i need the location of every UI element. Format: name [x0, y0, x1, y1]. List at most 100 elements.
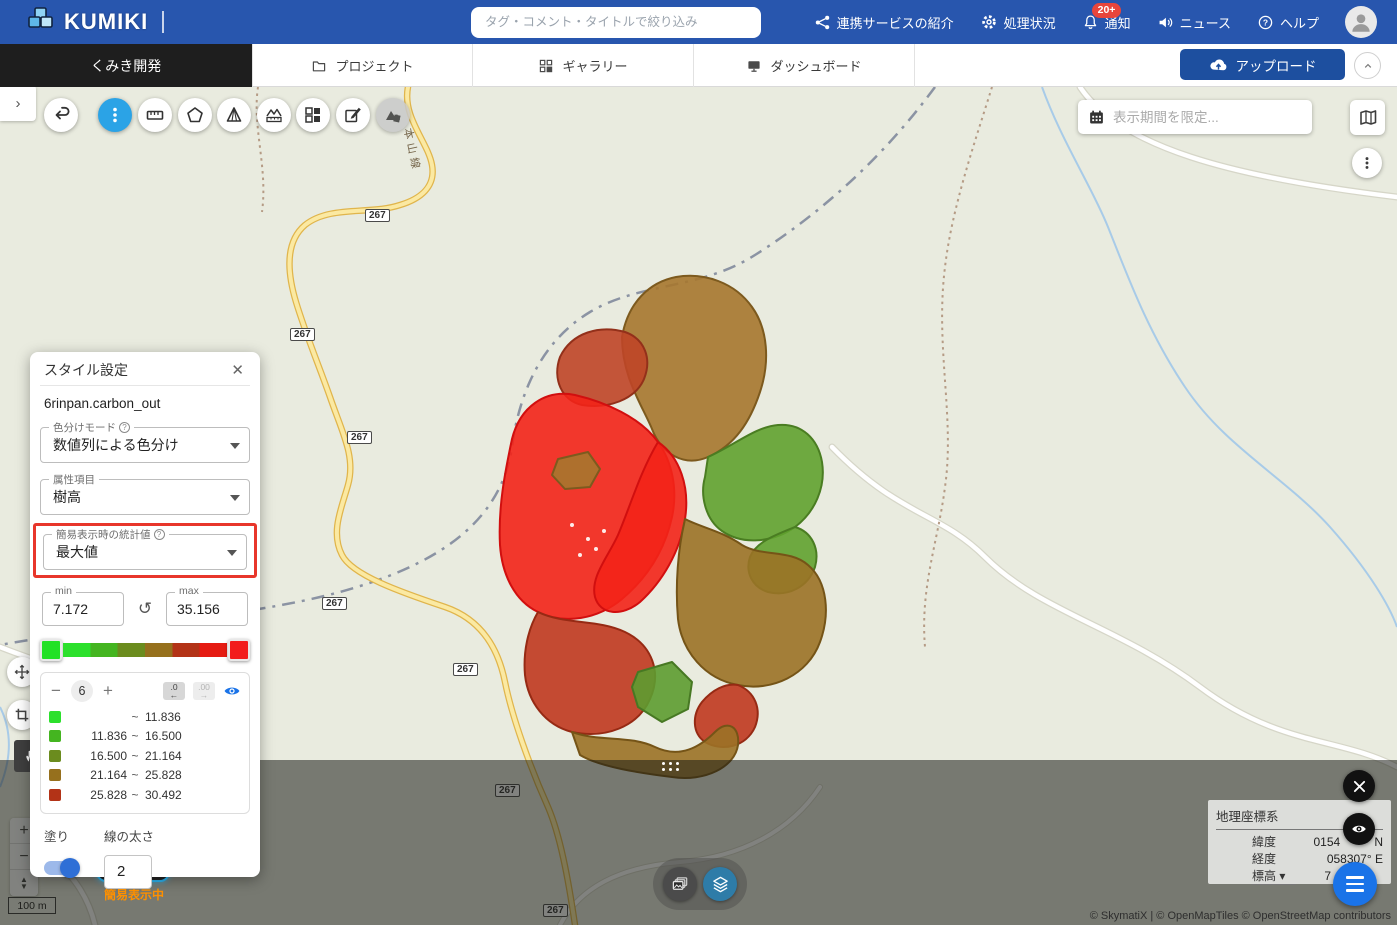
longitude-unit: ° E [1367, 852, 1383, 866]
undo-button[interactable] [44, 98, 78, 132]
share-icon [814, 14, 831, 31]
reset-range-button[interactable]: ↺ [138, 599, 152, 619]
elevation-label[interactable]: 標高 ▾ [1252, 867, 1296, 885]
visibility-button[interactable] [1343, 813, 1375, 845]
tab-dashboard[interactable]: ダッシュボード [694, 44, 915, 87]
workspace-tab[interactable]: くみき開発 [0, 44, 252, 87]
user-icon [1348, 9, 1374, 35]
legend-row[interactable]: 25.828 ~ 30.492 [49, 785, 241, 805]
report-tool-button[interactable] [296, 98, 330, 132]
overlay-drag-handle[interactable] [662, 762, 680, 771]
fill-toggle[interactable] [44, 861, 78, 875]
panel-close-button[interactable]: ✕ [227, 359, 248, 381]
monitor-icon [746, 58, 762, 74]
menu-label: ニュース [1180, 13, 1231, 32]
sidebar-expand-button[interactable]: › [0, 85, 36, 121]
max-field[interactable]: max 35.156 [166, 592, 248, 626]
terrain-icon [383, 105, 403, 125]
terrain-tool-button-disabled [376, 98, 410, 132]
legend-row[interactable]: 16.500 ~ 21.164 [49, 746, 241, 766]
menu-fab-button[interactable] [1333, 862, 1377, 906]
menu-item-help[interactable]: ? ヘルプ [1257, 13, 1319, 32]
tab-label: ダッシュボード [770, 56, 861, 75]
statistic-select[interactable]: 簡易表示時の統計値? 最大値 [43, 534, 247, 570]
range-to: 21.164 [143, 749, 201, 763]
tool-menu-button[interactable] [98, 98, 132, 132]
nav-tabs: プロジェクト ギャラリー ダッシュボード [252, 44, 915, 86]
menu-label: ヘルプ [1280, 13, 1319, 32]
longitude-label: 経度 [1252, 850, 1296, 867]
tab-projects[interactable]: プロジェクト [252, 44, 473, 87]
decrease-classes-button[interactable]: − [49, 684, 63, 698]
menu-item-news[interactable]: ニュース [1157, 13, 1231, 32]
legend-row[interactable]: ~ 11.836 [49, 707, 241, 727]
tab-label: ギャラリー [562, 56, 627, 75]
legend-color-chip[interactable] [49, 711, 61, 723]
brand[interactable]: KUMIKI [0, 6, 471, 39]
menu-item-notifications[interactable]: 通知 20+ [1082, 13, 1131, 32]
color-gradient-bar[interactable] [63, 643, 227, 657]
topbar: KUMIKI 連携サービスの紹介 処理状況 [0, 0, 1397, 44]
range-to: 30.492 [143, 788, 201, 802]
edit-pencil-icon [343, 105, 363, 125]
legend-row[interactable]: 11.836 ~ 16.500 [49, 727, 241, 747]
range-to: 16.500 [143, 729, 201, 743]
edit-tool-button[interactable] [336, 98, 370, 132]
date-filter-input[interactable] [1113, 110, 1283, 125]
menu-label: 連携サービスの紹介 [837, 13, 954, 32]
map-options-button[interactable] [1352, 148, 1382, 178]
decimal-decrease-button[interactable]: .0← [163, 682, 185, 700]
attribute-select[interactable]: 属性項目 樹高 [40, 479, 250, 515]
help-icon[interactable]: ? [119, 422, 130, 433]
mountain-ruler-icon [264, 105, 284, 125]
gradient-handle-max[interactable] [228, 639, 250, 661]
help-icon[interactable]: ? [154, 529, 165, 540]
app-root: KUMIKI 連携サービスの紹介 処理状況 [0, 0, 1397, 925]
line-width-input[interactable] [104, 855, 152, 889]
layers-button[interactable] [703, 867, 737, 901]
close-overlay-button[interactable] [1343, 770, 1375, 802]
fill-label: 塗り [44, 826, 78, 845]
range-to: 11.836 [143, 710, 201, 724]
chevron-down-icon [227, 550, 237, 556]
max-value: 35.156 [177, 601, 220, 617]
min-field[interactable]: min 7.172 [42, 592, 124, 626]
statistic-value: 最大値 [56, 542, 98, 562]
legend-row[interactable]: 21.164 ~ 25.828 [49, 766, 241, 786]
color-mode-select[interactable]: 色分けモード? 数値列による色分け [40, 427, 250, 463]
kumiki-logo-icon [26, 6, 56, 39]
collapse-header-button[interactable] [1354, 52, 1381, 79]
polygon-tool-button[interactable] [178, 98, 212, 132]
gradient-handle-min[interactable] [40, 639, 62, 661]
search-input[interactable] [471, 7, 761, 38]
legend-color-chip[interactable] [49, 789, 61, 801]
menu-item-services[interactable]: 連携サービスの紹介 [814, 13, 954, 32]
legend-color-chip[interactable] [49, 730, 61, 742]
decimal-increase-button[interactable]: .00→ [193, 682, 215, 700]
menu-item-processing[interactable]: 処理状況 [980, 13, 1056, 32]
brand-divider [162, 11, 164, 33]
map-area[interactable]: 本山線 267 267 [0, 87, 1397, 925]
layer-switcher [653, 858, 747, 910]
imagery-button[interactable] [663, 867, 697, 901]
eye-icon[interactable] [223, 684, 241, 698]
legend-color-chip[interactable] [49, 769, 61, 781]
classes-count: 6 [71, 680, 93, 702]
basemap-button[interactable] [1350, 100, 1385, 135]
pentagon-icon [185, 105, 205, 125]
statistic-highlight-box: 簡易表示時の統計値? 最大値 [33, 523, 257, 578]
elevation-tool-button[interactable] [257, 98, 291, 132]
increase-classes-button[interactable]: + [101, 684, 115, 698]
upload-button[interactable]: アップロード [1180, 49, 1345, 80]
tab-gallery[interactable]: ギャラリー [473, 44, 694, 87]
date-filter[interactable] [1078, 100, 1312, 134]
hamburger-icon [1346, 876, 1364, 879]
measure-button[interactable] [138, 98, 172, 132]
folder-icon [311, 58, 327, 74]
ruler-icon [145, 105, 165, 125]
volume-tool-button[interactable] [217, 98, 251, 132]
topbar-menu: 連携サービスの紹介 処理状況 通知 20+ [761, 6, 1397, 38]
legend-color-chip[interactable] [49, 750, 61, 762]
avatar[interactable] [1345, 6, 1377, 38]
upload-label: アップロード [1236, 55, 1317, 75]
